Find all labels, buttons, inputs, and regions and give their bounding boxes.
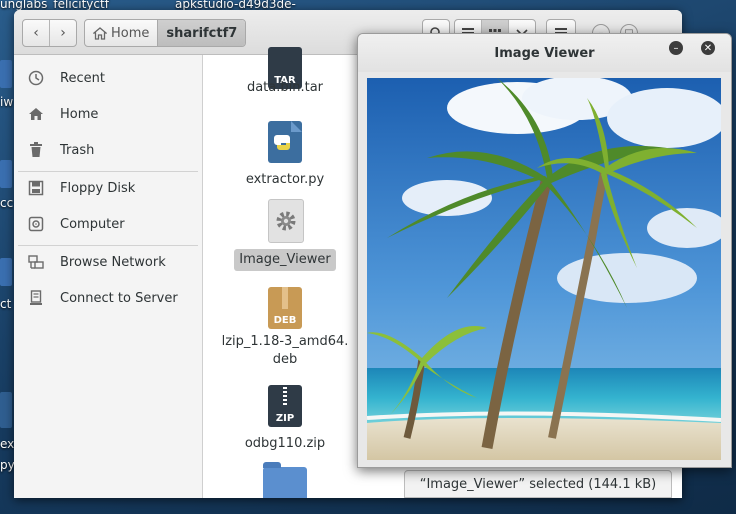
file-badge: ZIP — [275, 413, 295, 424]
breadcrumb-home[interactable]: Home — [85, 20, 157, 46]
desktop-folder-icon[interactable] — [0, 60, 12, 88]
file-name-line1: lzip_1.18-3_amd64. — [221, 334, 349, 349]
file-item[interactable]: DEB lzip_1.18-3_amd64. deb — [215, 285, 355, 375]
desktop-folder-icon[interactable] — [0, 258, 12, 286]
close-icon[interactable]: ✕ — [701, 41, 715, 55]
sidebar-item-browse-network[interactable]: Browse Network — [14, 247, 202, 277]
status-overlay: “Image_Viewer” selected (144.1 kB) — [404, 470, 672, 498]
home-icon — [93, 26, 107, 40]
file-label-wrap: extractor.py — [215, 169, 355, 191]
sidebar-item-label: Floppy Disk — [60, 180, 136, 196]
deb-package-icon: DEB — [268, 287, 302, 329]
sidebar-item-trash[interactable]: Trash — [14, 135, 202, 165]
desktop-label-fragment: cc — [0, 196, 14, 210]
folder-tab — [263, 462, 281, 468]
sidebar-item-label: Trash — [60, 142, 95, 158]
sidebar-item-label: Computer — [60, 216, 125, 232]
beach-photo — [367, 78, 721, 460]
python-file-icon — [268, 121, 302, 163]
trash-icon — [28, 142, 44, 158]
floppy-icon — [28, 180, 44, 196]
sidebar-divider — [18, 171, 198, 172]
nav-buttons: ‹ › — [22, 19, 77, 47]
home-icon — [28, 106, 44, 122]
palm-beach-image — [367, 78, 721, 460]
zipper-graphic — [283, 387, 287, 407]
file-item-selected[interactable]: Image_Viewer — [215, 199, 355, 277]
desktop-label-fragment: iw — [0, 95, 14, 109]
zip-archive-icon: ZIP — [268, 385, 302, 427]
package-tape — [282, 287, 288, 309]
file-item[interactable]: ZIP odbg110.zip — [215, 383, 355, 455]
sidebar-item-computer[interactable]: Computer — [14, 209, 202, 239]
file-item[interactable]: TAR data.bin.tar — [215, 43, 355, 103]
sidebar-item-connect-to-server[interactable]: Connect to Server — [14, 283, 202, 313]
desktop-folder-icon[interactable] — [0, 160, 12, 188]
file-name-line2: deb — [272, 352, 298, 367]
desktop-label-fragment: ex — [0, 437, 15, 451]
desktop-python-icon[interactable] — [0, 392, 12, 428]
file-label-wrap: Image_Viewer — [215, 249, 355, 271]
sidebar-item-home[interactable]: Home — [14, 99, 202, 129]
sidebar-item-label: Browse Network — [60, 254, 166, 270]
places-sidebar: Recent Home Trash Floppy Disk Computer B… — [14, 55, 203, 498]
file-name: data.bin.tar — [246, 80, 324, 95]
back-button[interactable]: ‹ — [23, 20, 49, 46]
desktop-label-fragment: py — [0, 458, 15, 472]
file-name: Image_Viewer — [234, 249, 336, 271]
file-name: extractor.py — [245, 172, 325, 187]
file-badge: DEB — [273, 315, 297, 326]
sidebar-item-label: Recent — [60, 70, 105, 86]
sidebar-item-label: Connect to Server — [60, 290, 178, 306]
computer-icon — [28, 216, 44, 232]
executable-gear-icon — [268, 199, 304, 243]
sidebar-item-label: Home — [60, 106, 99, 122]
file-label-wrap: lzip_1.18-3_amd64. deb — [215, 333, 355, 369]
file-label-wrap: data.bin.tar — [215, 77, 355, 99]
file-name: odbg110.zip — [244, 436, 326, 451]
sidebar-item-floppy-disk[interactable]: Floppy Disk — [14, 173, 202, 203]
image-viewer-window: Image Viewer – ✕ — [357, 33, 732, 468]
breadcrumb-home-label: Home — [111, 25, 150, 41]
desktop-label-fragment: ct — [0, 297, 12, 311]
file-item[interactable]: extractor.py — [215, 119, 355, 189]
folder-icon[interactable] — [263, 462, 307, 498]
server-icon — [28, 290, 44, 306]
forward-button[interactable]: › — [49, 20, 76, 46]
minimize-icon[interactable]: – — [669, 41, 683, 55]
sidebar-item-recent[interactable]: Recent — [14, 63, 202, 93]
file-label-wrap: odbg110.zip — [215, 433, 355, 455]
clock-icon — [28, 70, 44, 86]
network-icon — [28, 254, 44, 270]
sidebar-divider — [18, 245, 198, 246]
